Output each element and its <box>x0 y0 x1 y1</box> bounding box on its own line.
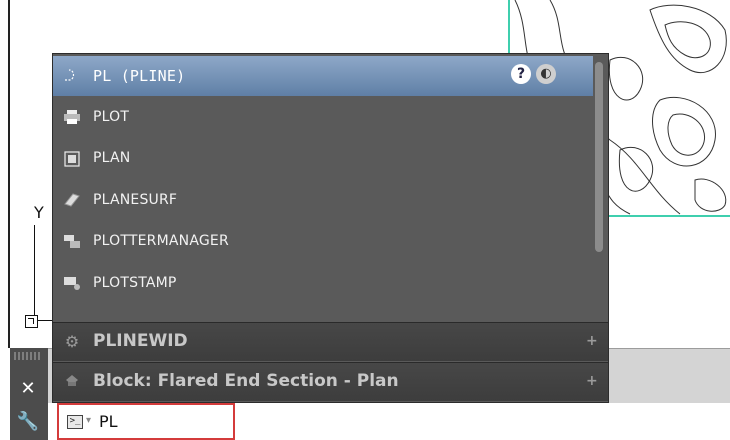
drag-grip-icon[interactable] <box>14 352 42 360</box>
plotter-manager-icon <box>62 233 82 251</box>
command-prompt-icon: >_ <box>67 415 83 429</box>
autocomplete-item-plottermanager[interactable]: PLOTTERMANAGER <box>53 222 593 262</box>
viewport-edge <box>8 0 10 350</box>
ucs-y-label: Y <box>34 203 44 222</box>
expand-icon[interactable]: + <box>586 333 598 349</box>
plot-stamp-icon <box>62 275 82 293</box>
ucs-y-axis <box>34 225 35 320</box>
close-icon[interactable]: ✕ <box>14 377 42 401</box>
autocomplete-item-label: PLANESURF <box>93 192 178 208</box>
system-variable-gear-icon: ⚙ <box>64 332 80 351</box>
autocomplete-item-label: PLAN <box>93 150 131 166</box>
autocomplete-item-plan[interactable]: PLAN <box>53 139 593 179</box>
section-label: Block: Flared End Section - Plan <box>93 371 399 391</box>
block-section[interactable]: Block: Flared End Section - Plan + <box>53 362 608 401</box>
block-icon <box>62 372 82 392</box>
autocomplete-popup: PL (PLINE) ? ◐ PLOT PLAN PLANESURF PLOTT… <box>52 53 609 403</box>
autocomplete-item-plot[interactable]: PLOT <box>53 98 593 138</box>
help-icon[interactable]: ? <box>511 64 531 84</box>
autocomplete-item-label: PLOTTERMANAGER <box>93 233 229 249</box>
ucs-origin-icon <box>25 315 38 328</box>
command-input-value: PL <box>99 412 118 431</box>
autocomplete-item-selected[interactable]: PL (PLINE) ? ◐ <box>53 56 593 96</box>
plot-printer-icon <box>62 109 82 127</box>
autocomplete-item-label: PLOTSTAMP <box>93 275 177 291</box>
plan-view-icon <box>62 150 82 168</box>
command-input-field[interactable]: >_ ▾ PL <box>57 403 235 440</box>
recent-commands-dropdown-icon[interactable]: ▾ <box>86 415 91 426</box>
planar-surface-icon <box>62 192 82 210</box>
search-online-icon[interactable]: ◐ <box>536 64 556 84</box>
customize-wrench-icon[interactable]: 🔧 <box>14 410 42 434</box>
autocomplete-item-planesurf[interactable]: PLANESURF <box>53 181 593 221</box>
scrollbar-thumb[interactable] <box>595 62 603 252</box>
autocomplete-item-label: PL (PLINE) <box>93 67 186 85</box>
autocomplete-item-plotstamp[interactable]: PLOTSTAMP <box>53 264 593 304</box>
section-label: PLINEWID <box>93 331 188 351</box>
autocomplete-item-label: PLOT <box>93 109 130 125</box>
polyline-icon <box>62 67 82 85</box>
system-variable-section[interactable]: ⚙ PLINEWID + <box>53 322 608 361</box>
expand-icon[interactable]: + <box>586 373 598 389</box>
